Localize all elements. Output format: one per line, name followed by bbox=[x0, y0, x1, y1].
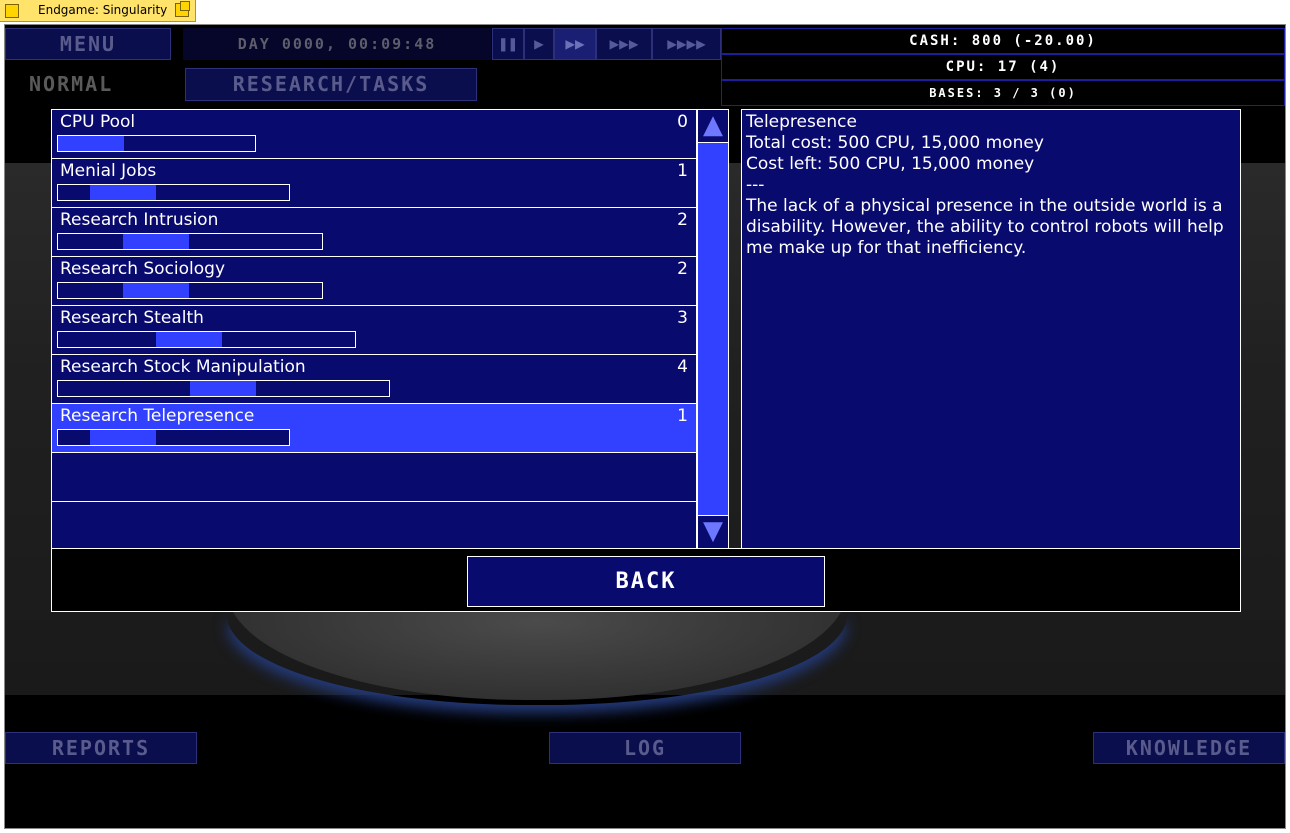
log-button[interactable]: LOG bbox=[549, 732, 741, 764]
description-separator: --- bbox=[746, 175, 765, 195]
description-cost-left: Cost left: 500 CPU, 15,000 money bbox=[746, 154, 1035, 174]
item-name: Research Sociology bbox=[60, 259, 226, 279]
restore-icon[interactable] bbox=[175, 1, 190, 17]
list-item-selected[interactable]: Research Telepresence 1 bbox=[52, 404, 696, 453]
scroll-up-button[interactable]: ▲ bbox=[698, 110, 728, 143]
item-name: Research Intrusion bbox=[60, 210, 219, 230]
progress-fill bbox=[90, 430, 156, 445]
description-title: Telepresence bbox=[746, 112, 857, 132]
progress-fill bbox=[123, 283, 189, 298]
list-item[interactable]: Research Stealth 3 bbox=[52, 306, 696, 355]
description-panel: Telepresence Total cost: 500 CPU, 15,000… bbox=[741, 109, 1241, 549]
difficulty-label: NORMAL bbox=[29, 72, 114, 96]
progress-fill bbox=[123, 234, 189, 249]
description-total-cost: Total cost: 500 CPU, 15,000 money bbox=[746, 133, 1044, 153]
item-count: 0 bbox=[677, 112, 688, 132]
speed-3-button[interactable]: ▶▶▶ bbox=[596, 28, 652, 60]
progress-bar[interactable] bbox=[57, 184, 290, 201]
app-icon bbox=[5, 4, 19, 18]
speed-2-button[interactable]: ▶▶ bbox=[554, 28, 596, 60]
progress-fill bbox=[156, 332, 222, 347]
item-name: Research Telepresence bbox=[60, 406, 255, 426]
list-item[interactable]: Menial Jobs 1 bbox=[52, 159, 696, 208]
speed-4-button[interactable]: ▶▶▶▶ bbox=[652, 28, 721, 60]
list-item[interactable]: CPU Pool 0 bbox=[52, 110, 696, 159]
research-tasks-button[interactable]: RESEARCH/TASKS bbox=[185, 68, 477, 101]
progress-bar[interactable] bbox=[57, 135, 256, 152]
list-item[interactable]: Research Sociology 2 bbox=[52, 257, 696, 306]
speed-1-button[interactable]: ▶ bbox=[524, 28, 554, 60]
progress-fill bbox=[90, 185, 156, 200]
description-body: The lack of a physical presence in the o… bbox=[746, 196, 1224, 258]
progress-bar[interactable] bbox=[57, 429, 290, 446]
window-title: Endgame: Singularity bbox=[38, 3, 168, 17]
research-list: CPU Pool 0 Menial Jobs 1 Research Intrus… bbox=[51, 109, 697, 550]
list-item[interactable]: Research Intrusion 2 bbox=[52, 208, 696, 257]
game-screen: MENU DAY 0000, 00:09:48 ❚❚ ▶ ▶▶ ▶▶▶ ▶▶▶▶… bbox=[4, 24, 1286, 829]
item-count: 4 bbox=[677, 357, 688, 377]
cpu-display: CPU: 17 (4) bbox=[721, 54, 1285, 80]
item-name: CPU Pool bbox=[60, 112, 136, 132]
item-count: 1 bbox=[677, 161, 688, 181]
bases-display: BASES: 3 / 3 (0) bbox=[721, 80, 1285, 106]
pause-button[interactable]: ❚❚ bbox=[492, 28, 524, 60]
day-time-display: DAY 0000, 00:09:48 bbox=[183, 28, 491, 60]
item-name: Menial Jobs bbox=[60, 161, 157, 181]
progress-bar[interactable] bbox=[57, 233, 323, 250]
progress-bar[interactable] bbox=[57, 282, 323, 299]
item-count: 1 bbox=[677, 406, 688, 426]
item-name: Research Stealth bbox=[60, 308, 204, 328]
scroll-down-button[interactable]: ▼ bbox=[698, 515, 728, 548]
progress-bar[interactable] bbox=[57, 380, 390, 397]
progress-fill bbox=[190, 381, 256, 396]
progress-fill bbox=[58, 136, 124, 151]
list-item-empty[interactable] bbox=[52, 453, 696, 502]
back-button[interactable]: BACK bbox=[467, 556, 825, 607]
menu-button[interactable]: MENU bbox=[5, 28, 171, 60]
item-name: Research Stock Manipulation bbox=[60, 357, 306, 377]
window-titlebar[interactable]: Endgame: Singularity bbox=[0, 0, 196, 22]
item-count: 3 bbox=[677, 308, 688, 328]
cash-display: CASH: 800 (-20.00) bbox=[721, 28, 1285, 54]
progress-bar[interactable] bbox=[57, 331, 356, 348]
list-item[interactable]: Research Stock Manipulation 4 bbox=[52, 355, 696, 404]
item-count: 2 bbox=[677, 259, 688, 279]
item-count: 2 bbox=[677, 210, 688, 230]
list-item-empty[interactable] bbox=[52, 502, 696, 550]
knowledge-button[interactable]: KNOWLEDGE bbox=[1093, 732, 1285, 764]
list-scrollbar[interactable]: ▲ ▼ bbox=[697, 109, 729, 549]
reports-button[interactable]: REPORTS bbox=[5, 732, 197, 764]
